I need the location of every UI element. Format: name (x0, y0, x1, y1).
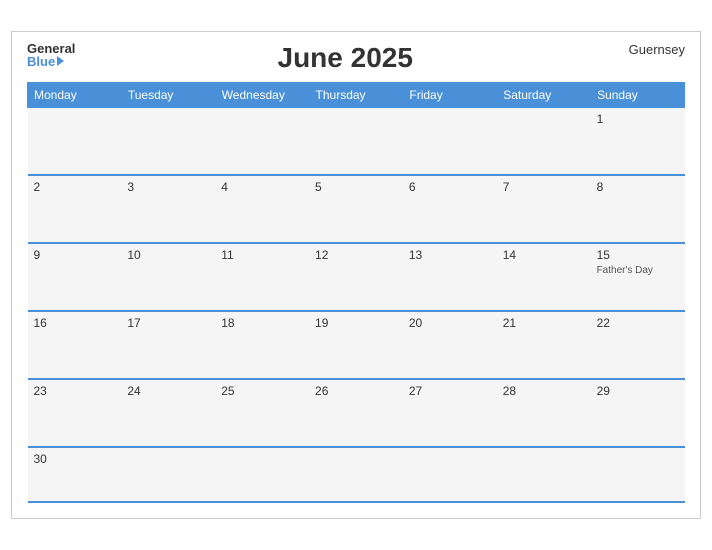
calendar-cell (403, 447, 497, 502)
day-number: 27 (409, 384, 491, 398)
calendar-cell: 16 (28, 311, 122, 379)
calendar-cell: 24 (121, 379, 215, 447)
day-number: 6 (409, 180, 491, 194)
header-sunday: Sunday (591, 82, 685, 107)
calendar-cell: 15 Father's Day (591, 243, 685, 311)
calendar-cell: 19 (309, 311, 403, 379)
calendar-cell: 14 (497, 243, 591, 311)
day-number: 9 (34, 248, 116, 262)
day-number: 21 (503, 316, 585, 330)
header-tuesday: Tuesday (121, 82, 215, 107)
calendar-cell (497, 447, 591, 502)
day-number: 12 (315, 248, 397, 262)
calendar-cell: 27 (403, 379, 497, 447)
calendar-cell: 11 (215, 243, 309, 311)
day-number: 23 (34, 384, 116, 398)
day-number: 3 (127, 180, 209, 194)
day-number: 17 (127, 316, 209, 330)
calendar-cell: 10 (121, 243, 215, 311)
calendar-cell: 6 (403, 175, 497, 243)
calendar-cell (309, 107, 403, 175)
day-number: 25 (221, 384, 303, 398)
calendar-cell: 18 (215, 311, 309, 379)
calendar-cell: 13 (403, 243, 497, 311)
logo: General Blue (27, 42, 75, 68)
day-number: 8 (597, 180, 679, 194)
calendar-container: General Blue June 2025 Guernsey Monday T… (11, 31, 701, 520)
calendar-cell: 7 (497, 175, 591, 243)
calendar-cell: 9 (28, 243, 122, 311)
calendar-cell: 22 (591, 311, 685, 379)
calendar-cell (403, 107, 497, 175)
day-number: 24 (127, 384, 209, 398)
day-number: 2 (34, 180, 116, 194)
weekday-header-row: Monday Tuesday Wednesday Thursday Friday… (28, 82, 685, 107)
calendar-cell: 8 (591, 175, 685, 243)
calendar-cell (591, 447, 685, 502)
calendar-cell: 12 (309, 243, 403, 311)
day-number: 29 (597, 384, 679, 398)
day-number: 13 (409, 248, 491, 262)
calendar-cell: 4 (215, 175, 309, 243)
day-number: 30 (34, 452, 116, 466)
calendar-cell: 26 (309, 379, 403, 447)
day-number: 22 (597, 316, 679, 330)
day-number: 20 (409, 316, 491, 330)
calendar-cell (121, 447, 215, 502)
calendar-cell (215, 447, 309, 502)
calendar-cell: 5 (309, 175, 403, 243)
calendar-cell (215, 107, 309, 175)
day-number: 16 (34, 316, 116, 330)
day-event: Father's Day (597, 265, 653, 276)
calendar-cell: 1 (591, 107, 685, 175)
logo-general-text: General (27, 42, 75, 55)
calendar-cell (28, 107, 122, 175)
day-number: 28 (503, 384, 585, 398)
calendar-cell: 2 (28, 175, 122, 243)
day-number: 5 (315, 180, 397, 194)
header-saturday: Saturday (497, 82, 591, 107)
day-number: 10 (127, 248, 209, 262)
header-wednesday: Wednesday (215, 82, 309, 107)
region-label: Guernsey (615, 42, 685, 57)
header-monday: Monday (28, 82, 122, 107)
calendar-cell: 17 (121, 311, 215, 379)
day-number: 19 (315, 316, 397, 330)
month-title: June 2025 (75, 42, 615, 74)
calendar-header: General Blue June 2025 Guernsey (27, 42, 685, 74)
calendar-cell: 21 (497, 311, 591, 379)
day-number: 1 (597, 112, 679, 126)
calendar-cell: 30 (28, 447, 122, 502)
calendar-grid: Monday Tuesday Wednesday Thursday Friday… (27, 82, 685, 504)
logo-triangle-icon (57, 56, 64, 66)
calendar-cell (121, 107, 215, 175)
day-number: 4 (221, 180, 303, 194)
day-number: 11 (221, 248, 303, 262)
calendar-cell: 3 (121, 175, 215, 243)
calendar-cell: 23 (28, 379, 122, 447)
day-number: 7 (503, 180, 585, 194)
calendar-cell (309, 447, 403, 502)
logo-blue-text: Blue (27, 55, 64, 68)
calendar-cell: 29 (591, 379, 685, 447)
calendar-cell (497, 107, 591, 175)
day-number: 26 (315, 384, 397, 398)
day-number: 15 (597, 248, 679, 262)
header-thursday: Thursday (309, 82, 403, 107)
header-friday: Friday (403, 82, 497, 107)
calendar-cell: 25 (215, 379, 309, 447)
day-number: 14 (503, 248, 585, 262)
calendar-cell: 28 (497, 379, 591, 447)
calendar-cell: 20 (403, 311, 497, 379)
day-number: 18 (221, 316, 303, 330)
